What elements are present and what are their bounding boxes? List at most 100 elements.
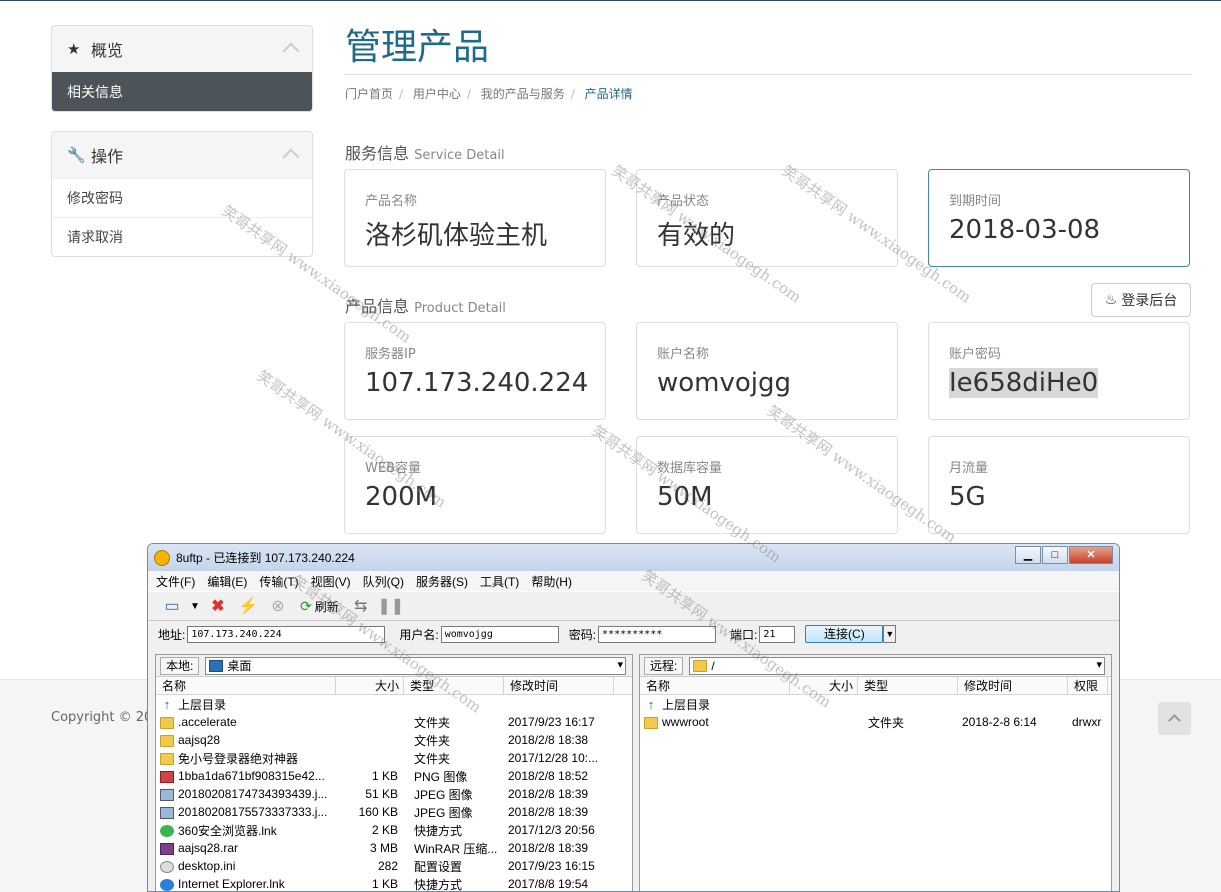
card-label: 月流量 [949, 461, 989, 476]
address-input[interactable]: 107.173.240.224 [187, 625, 386, 643]
sidebar-item-request-cancel[interactable]: 请求取消 [52, 217, 312, 256]
file-row[interactable]: 1bba1da671bf908315e42... 1 KB PNG 图像 2018/2… [156, 767, 632, 785]
transfer-icon[interactable]: ⇆ [349, 595, 373, 617]
file-size: 282 [377, 859, 398, 873]
file-row[interactable]: aajsq28.rar 3 MB WinRAR 压缩... 2018/2/8 18:3… [156, 839, 632, 857]
col-size[interactable]: 大小 [336, 677, 404, 694]
file-row[interactable]: desktop.ini 282 配置设置 2017/9/23 16:15 [156, 857, 632, 875]
chevron-up-icon[interactable] [282, 42, 300, 60]
site-manager-icon[interactable]: ▭ [160, 595, 184, 617]
col-permissions[interactable]: 权限 [1068, 677, 1108, 694]
file-name: 360安全浏览器.lnk [156, 822, 336, 839]
col-type[interactable]: 类型 [858, 677, 958, 694]
file-row[interactable]: aajsq28 文件夹 2018/2/8 18:38 [156, 731, 632, 749]
breadcrumb-user-center[interactable]: 用户中心 [413, 87, 461, 101]
file-row[interactable]: Internet Explorer.lnk 1 KB 快捷方式 2017/8/8 19… [156, 875, 632, 891]
col-name[interactable]: 名称 [640, 677, 790, 694]
local-pane-header: 本地: 桌面 [156, 655, 632, 677]
remote-column-headers: 名称 大小 类型 修改时间 权限 [640, 677, 1111, 695]
menu-tools[interactable]: 工具(T) [480, 573, 519, 590]
file-name-text: aajsq28 [178, 733, 221, 747]
breadcrumb-home[interactable]: 门户首页 [345, 87, 393, 101]
col-modified[interactable]: 修改时间 [504, 677, 614, 694]
actions-panel: 🔧 操作 修改密码 请求取消 [51, 131, 313, 257]
col-type[interactable]: 类型 [404, 677, 504, 694]
menu-queue[interactable]: 队列(Q) [363, 573, 404, 590]
db-capacity-card: 数据库容量 50M [636, 436, 898, 534]
ftp-title: 8uftp - 已连接到 107.173.240.224 [176, 551, 355, 565]
card-value: 200M [365, 482, 438, 512]
star-icon: ★ [67, 40, 81, 58]
file-modified: 2017/8/8 19:54 [508, 877, 589, 891]
port-input[interactable]: 21 [759, 625, 796, 643]
file-type: PNG 图像 [414, 769, 468, 784]
maximize-button[interactable]: □ [1042, 546, 1068, 564]
actions-panel-header[interactable]: 🔧 操作 [52, 132, 312, 178]
card-value-selected[interactable]: Ie658diHe0 [949, 368, 1099, 398]
sidebar-item-related-info[interactable]: 相关信息 [52, 72, 312, 111]
expiry-date-card: 到期时间 2018-03-08 [928, 169, 1190, 267]
file-row[interactable]: 免小号登录器绝对神器 文件夹 2017/12/28 10:... [156, 749, 632, 767]
stop-icon[interactable]: ⊗ [266, 595, 290, 617]
actions-panel-title: 操作 [91, 147, 124, 166]
col-modified[interactable]: 修改时间 [958, 677, 1068, 694]
file-modified: 2017/9/23 16:15 [508, 859, 595, 873]
ftp-window: 8uftp - 已连接到 107.173.240.224 ▁ □ ✕ 文件(F)… [147, 543, 1120, 892]
file-modified: 2018/2/8 18:39 [508, 841, 589, 855]
account-password-card: 账户密码 Ie658diHe0 [928, 322, 1190, 420]
menu-transfer[interactable]: 传输(T) [259, 573, 298, 590]
file-type: 文件夹 [414, 751, 451, 766]
service-heading: 服务信息 [345, 144, 410, 163]
folder-icon [160, 734, 174, 747]
menu-view[interactable]: 视图(V) [311, 573, 351, 590]
file-name: 免小号登录器绝对神器 [156, 750, 336, 767]
remote-file-list: ↑ 上层目录 wwwroot 文件夹 2018-2-8 6:14 drwxr [640, 695, 1111, 731]
connect-button[interactable]: 连接(C) [805, 625, 884, 643]
up-icon: ↑ [163, 697, 171, 713]
username-input[interactable]: womvojgg [440, 625, 559, 643]
menu-server[interactable]: 服务器(S) [416, 573, 468, 590]
menu-help[interactable]: 帮助(H) [531, 573, 572, 590]
remote-location-select[interactable]: / [689, 656, 1105, 675]
disconnect-icon[interactable]: ✖ [206, 595, 230, 617]
card-label: 产品名称 [365, 194, 418, 209]
app-icon [154, 549, 170, 566]
file-name: Internet Explorer.lnk [156, 877, 336, 891]
file-row[interactable]: 360安全浏览器.lnk 2 KB 快捷方式 2017/12/3 20:56 [156, 821, 632, 839]
file-row[interactable]: 20180208174734393439.j... 51 KB JPEG 图像 201… [156, 785, 632, 803]
chevron-up-icon[interactable] [282, 148, 300, 166]
file-type: 快捷方式 [414, 823, 463, 838]
sidebar-item-change-password[interactable]: 修改密码 [52, 178, 312, 217]
card-label: WEB容量 [365, 461, 421, 476]
file-row[interactable]: .accelerate 文件夹 2017/9/23 16:17 [156, 713, 632, 731]
dropdown-arrow-icon[interactable]: ▼ [190, 595, 200, 617]
file-row[interactable]: ↑ 上层目录 [640, 695, 1111, 713]
local-location-select[interactable]: 桌面 [205, 656, 626, 675]
col-size[interactable]: 大小 [790, 677, 858, 694]
back-to-top-button[interactable] [1158, 702, 1191, 735]
menu-edit[interactable]: 编辑(E) [207, 573, 247, 590]
login-backend-button[interactable]: ♨ 登录后台 [1091, 283, 1191, 317]
minimize-button[interactable]: ▁ [1015, 546, 1041, 564]
file-name: .accelerate [156, 715, 336, 729]
local-column-headers: 名称 大小 类型 修改时间 [156, 677, 632, 695]
file-row[interactable]: ↑ 上层目录 [156, 695, 632, 713]
pause-icon[interactable]: ❚❚ [377, 595, 404, 617]
overview-panel-header[interactable]: ★ 概览 [52, 26, 312, 72]
breadcrumb-my-products[interactable]: 我的产品与服务 [481, 87, 565, 101]
menu-file[interactable]: 文件(F) [156, 573, 195, 590]
connect-dropdown-icon[interactable]: ▼ [883, 625, 897, 643]
service-section-title: 服务信息 Service Detail [345, 140, 505, 164]
file-modified: 2018/2/8 18:39 [508, 787, 589, 801]
quick-connect-icon[interactable]: ⚡ [236, 595, 260, 617]
breadcrumb: 门户首页 / 用户中心 / 我的产品与服务 / 产品详情 [345, 87, 633, 101]
password-input[interactable]: ********** [598, 625, 717, 643]
refresh-button[interactable]: ⟳ 刷新 [300, 598, 339, 615]
file-row[interactable]: wwwroot 文件夹 2018-2-8 6:14 drwxr [640, 713, 1111, 731]
monthly-traffic-card: 月流量 5G [928, 436, 1190, 534]
file-type: 文件夹 [414, 715, 451, 730]
ftp-title-bar[interactable]: 8uftp - 已连接到 107.173.240.224 ▁ □ ✕ [148, 544, 1119, 571]
col-name[interactable]: 名称 [156, 677, 336, 694]
close-button[interactable]: ✕ [1069, 546, 1113, 564]
file-row[interactable]: 20180208175573337333.j... 160 KB JPEG 图像 20… [156, 803, 632, 821]
